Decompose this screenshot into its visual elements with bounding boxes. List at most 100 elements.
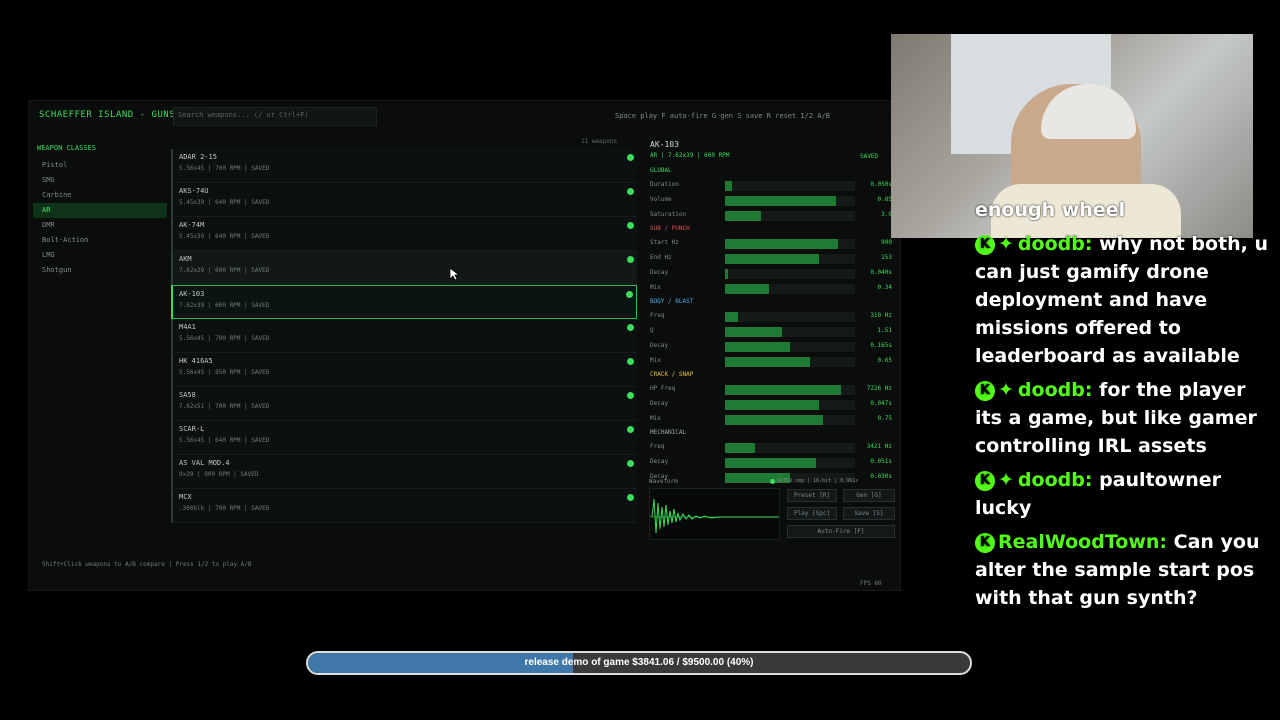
param-slider[interactable]: Q 1.51 [650, 326, 892, 338]
autofire-button[interactable]: Auto-Fire [F] [787, 525, 895, 538]
weapon-name: M4A1 [179, 323, 196, 331]
param-track[interactable] [725, 357, 855, 367]
weapon-name: SA58 [179, 391, 196, 399]
chat-separator: : [1084, 233, 1100, 255]
weapon-row[interactable]: HK 416A5 5.56x45 | 850 RPM | SAVED [171, 353, 637, 387]
chat-overlay: enough wheel K ✦ doodb: why not both, u ca… [975, 196, 1275, 618]
param-slider[interactable]: Decay 0.165s [650, 341, 892, 353]
chat-separator: : [1084, 469, 1100, 491]
weapon-row[interactable]: AS VAL MOD.4 9x39 | 900 RPM | SAVED [171, 455, 637, 489]
param-slider[interactable]: Saturation 3.0 [650, 210, 892, 222]
param-slider[interactable]: Mix 0.34 [650, 283, 892, 295]
param-track[interactable] [725, 211, 855, 221]
weapon-row[interactable]: AKS-74U 5.45x39 | 640 RPM | SAVED [171, 183, 637, 217]
param-track[interactable] [725, 239, 855, 249]
param-track[interactable] [725, 312, 855, 322]
param-value: 0.65 [877, 357, 892, 364]
chat-message: K ✦ doodb: why not both, u can just gamify… [975, 230, 1275, 370]
detail-saved-status: SAVED [860, 153, 879, 160]
param-value: 153 [881, 254, 892, 261]
sidebar-item-ar[interactable]: AR [33, 203, 167, 218]
sidebar-item-lmg[interactable]: LMG [33, 248, 167, 263]
param-slider[interactable]: Decay 0.040s [650, 268, 892, 280]
saved-status-dot-icon [627, 188, 634, 195]
weapon-list: ADAR 2-15 5.56x45 | 700 RPM | SAVED AKS-74… [171, 149, 637, 523]
param-track[interactable] [725, 342, 855, 352]
weapon-row[interactable]: AKM 7.62x39 | 600 RPM | SAVED [171, 251, 637, 285]
param-track[interactable] [725, 443, 855, 453]
param-track[interactable] [725, 181, 855, 191]
sidebar-item-pistol[interactable]: Pistol [33, 158, 167, 173]
param-track[interactable] [725, 284, 855, 294]
weapon-count: 11 weapons [581, 138, 618, 145]
param-fill [725, 239, 839, 249]
param-slider[interactable]: Start Hz 900 [650, 238, 892, 250]
weapon-row[interactable]: M4A1 5.56x45 | 700 RPM | SAVED [171, 319, 637, 353]
gun-synth-app: SCHAEFFER ISLAND - GUNS Search weapons..… [28, 100, 901, 591]
param-value: 0.051s [870, 458, 892, 465]
preset-button[interactable]: Preset [R] [787, 489, 837, 502]
saved-status-dot-icon [627, 222, 634, 229]
param-track[interactable] [725, 415, 855, 425]
gen-button[interactable]: Gen [G] [843, 489, 895, 502]
param-slider[interactable]: Duration 0.050s [650, 180, 892, 192]
param-track[interactable] [725, 196, 855, 206]
weapon-name: ADAR 2-15 [179, 153, 217, 161]
param-fill [725, 357, 810, 367]
param-track[interactable] [725, 269, 855, 279]
sidebar-item-shotgun[interactable]: Shotgun [33, 263, 167, 278]
chat-separator: : [1159, 531, 1174, 553]
kick-badge-icon: K [975, 234, 995, 255]
param-slider[interactable]: Mix 0.75 [650, 414, 892, 426]
weapon-row[interactable]: SCAR-L 5.56x45 | 640 RPM | SAVED [171, 421, 637, 455]
param-value: 0.75 [877, 415, 892, 422]
weapon-row[interactable]: AK-103 7.62x39 | 600 RPM | SAVED [171, 285, 637, 319]
weapon-row[interactable]: AK-74M 5.45x39 | 640 RPM | SAVED [171, 217, 637, 251]
goal-text: release demo of game $3841.06 / $9500.00… [524, 657, 754, 668]
weapon-name: SCAR-L [179, 425, 205, 433]
weapon-row[interactable]: MCX .300blk | 700 RPM | SAVED [171, 489, 637, 523]
waveform-display [649, 488, 780, 540]
param-slider[interactable]: Decay 0.051s [650, 457, 892, 469]
weapon-row[interactable]: SA58 7.62x51 | 700 RPM | SAVED [171, 387, 637, 421]
param-label: Decay [650, 342, 669, 349]
param-track[interactable] [725, 254, 855, 264]
param-label: End Hz [650, 254, 672, 261]
sidebar-item-dmr[interactable]: DMR [33, 218, 167, 233]
param-section-heading: BODY / BLAST [650, 298, 694, 305]
param-label: Mix [650, 357, 661, 364]
sidebar-item-bolt-action[interactable]: Bolt-Action [33, 233, 167, 248]
param-slider[interactable]: Mix 0.65 [650, 356, 892, 368]
param-slider[interactable]: Freq 3421 Hz [650, 442, 892, 454]
weapon-class-sidebar: WEAPON CLASSES Pistol SMG Carbine AR DMR… [33, 141, 167, 278]
saved-status-dot-icon [626, 291, 633, 298]
param-fill [725, 254, 819, 264]
chat-message-list: K ✦ doodb: why not both, u can just gamify… [975, 230, 1275, 612]
param-slider[interactable]: End Hz 153 [650, 253, 892, 265]
chat-username: doodb [1017, 233, 1085, 255]
weapon-row[interactable]: ADAR 2-15 5.56x45 | 700 RPM | SAVED [171, 149, 637, 183]
shortcut-hints: Space play F auto-fire G gen S save R re… [615, 112, 830, 120]
search-input[interactable]: Search weapons... (/ or Ctrl+F) [173, 107, 377, 126]
param-section-heading: MECHANICAL [650, 429, 687, 436]
param-slider[interactable]: Freq 310 Hz [650, 311, 892, 323]
param-value: 0.050s [870, 181, 892, 188]
param-slider[interactable]: Volume 0.85 [650, 195, 892, 207]
weapon-meta: 7.62x39 | 600 RPM | SAVED [179, 302, 270, 309]
param-track[interactable] [725, 400, 855, 410]
save-button[interactable]: Save [S] [843, 507, 895, 520]
weapon-meta: 5.56x45 | 640 RPM | SAVED [179, 437, 270, 444]
param-value: 0.040s [870, 269, 892, 276]
subscriber-badge-icon: ✦ [998, 469, 1014, 491]
param-track[interactable] [725, 327, 855, 337]
param-track[interactable] [725, 458, 855, 468]
param-track[interactable] [725, 385, 855, 395]
play-button[interactable]: Play [Spc] [787, 507, 837, 520]
sidebar-item-smg[interactable]: SMG [33, 173, 167, 188]
weapon-meta: 5.45x39 | 640 RPM | SAVED [179, 233, 270, 240]
weapon-meta: 9x39 | 900 RPM | SAVED [179, 471, 259, 478]
detail-weapon-meta: AR | 7.62x39 | 600 RPM [650, 152, 730, 159]
sidebar-item-carbine[interactable]: Carbine [33, 188, 167, 203]
param-slider[interactable]: HP Freq 7226 Hz [650, 384, 892, 396]
param-slider[interactable]: Decay 0.047s [650, 399, 892, 411]
